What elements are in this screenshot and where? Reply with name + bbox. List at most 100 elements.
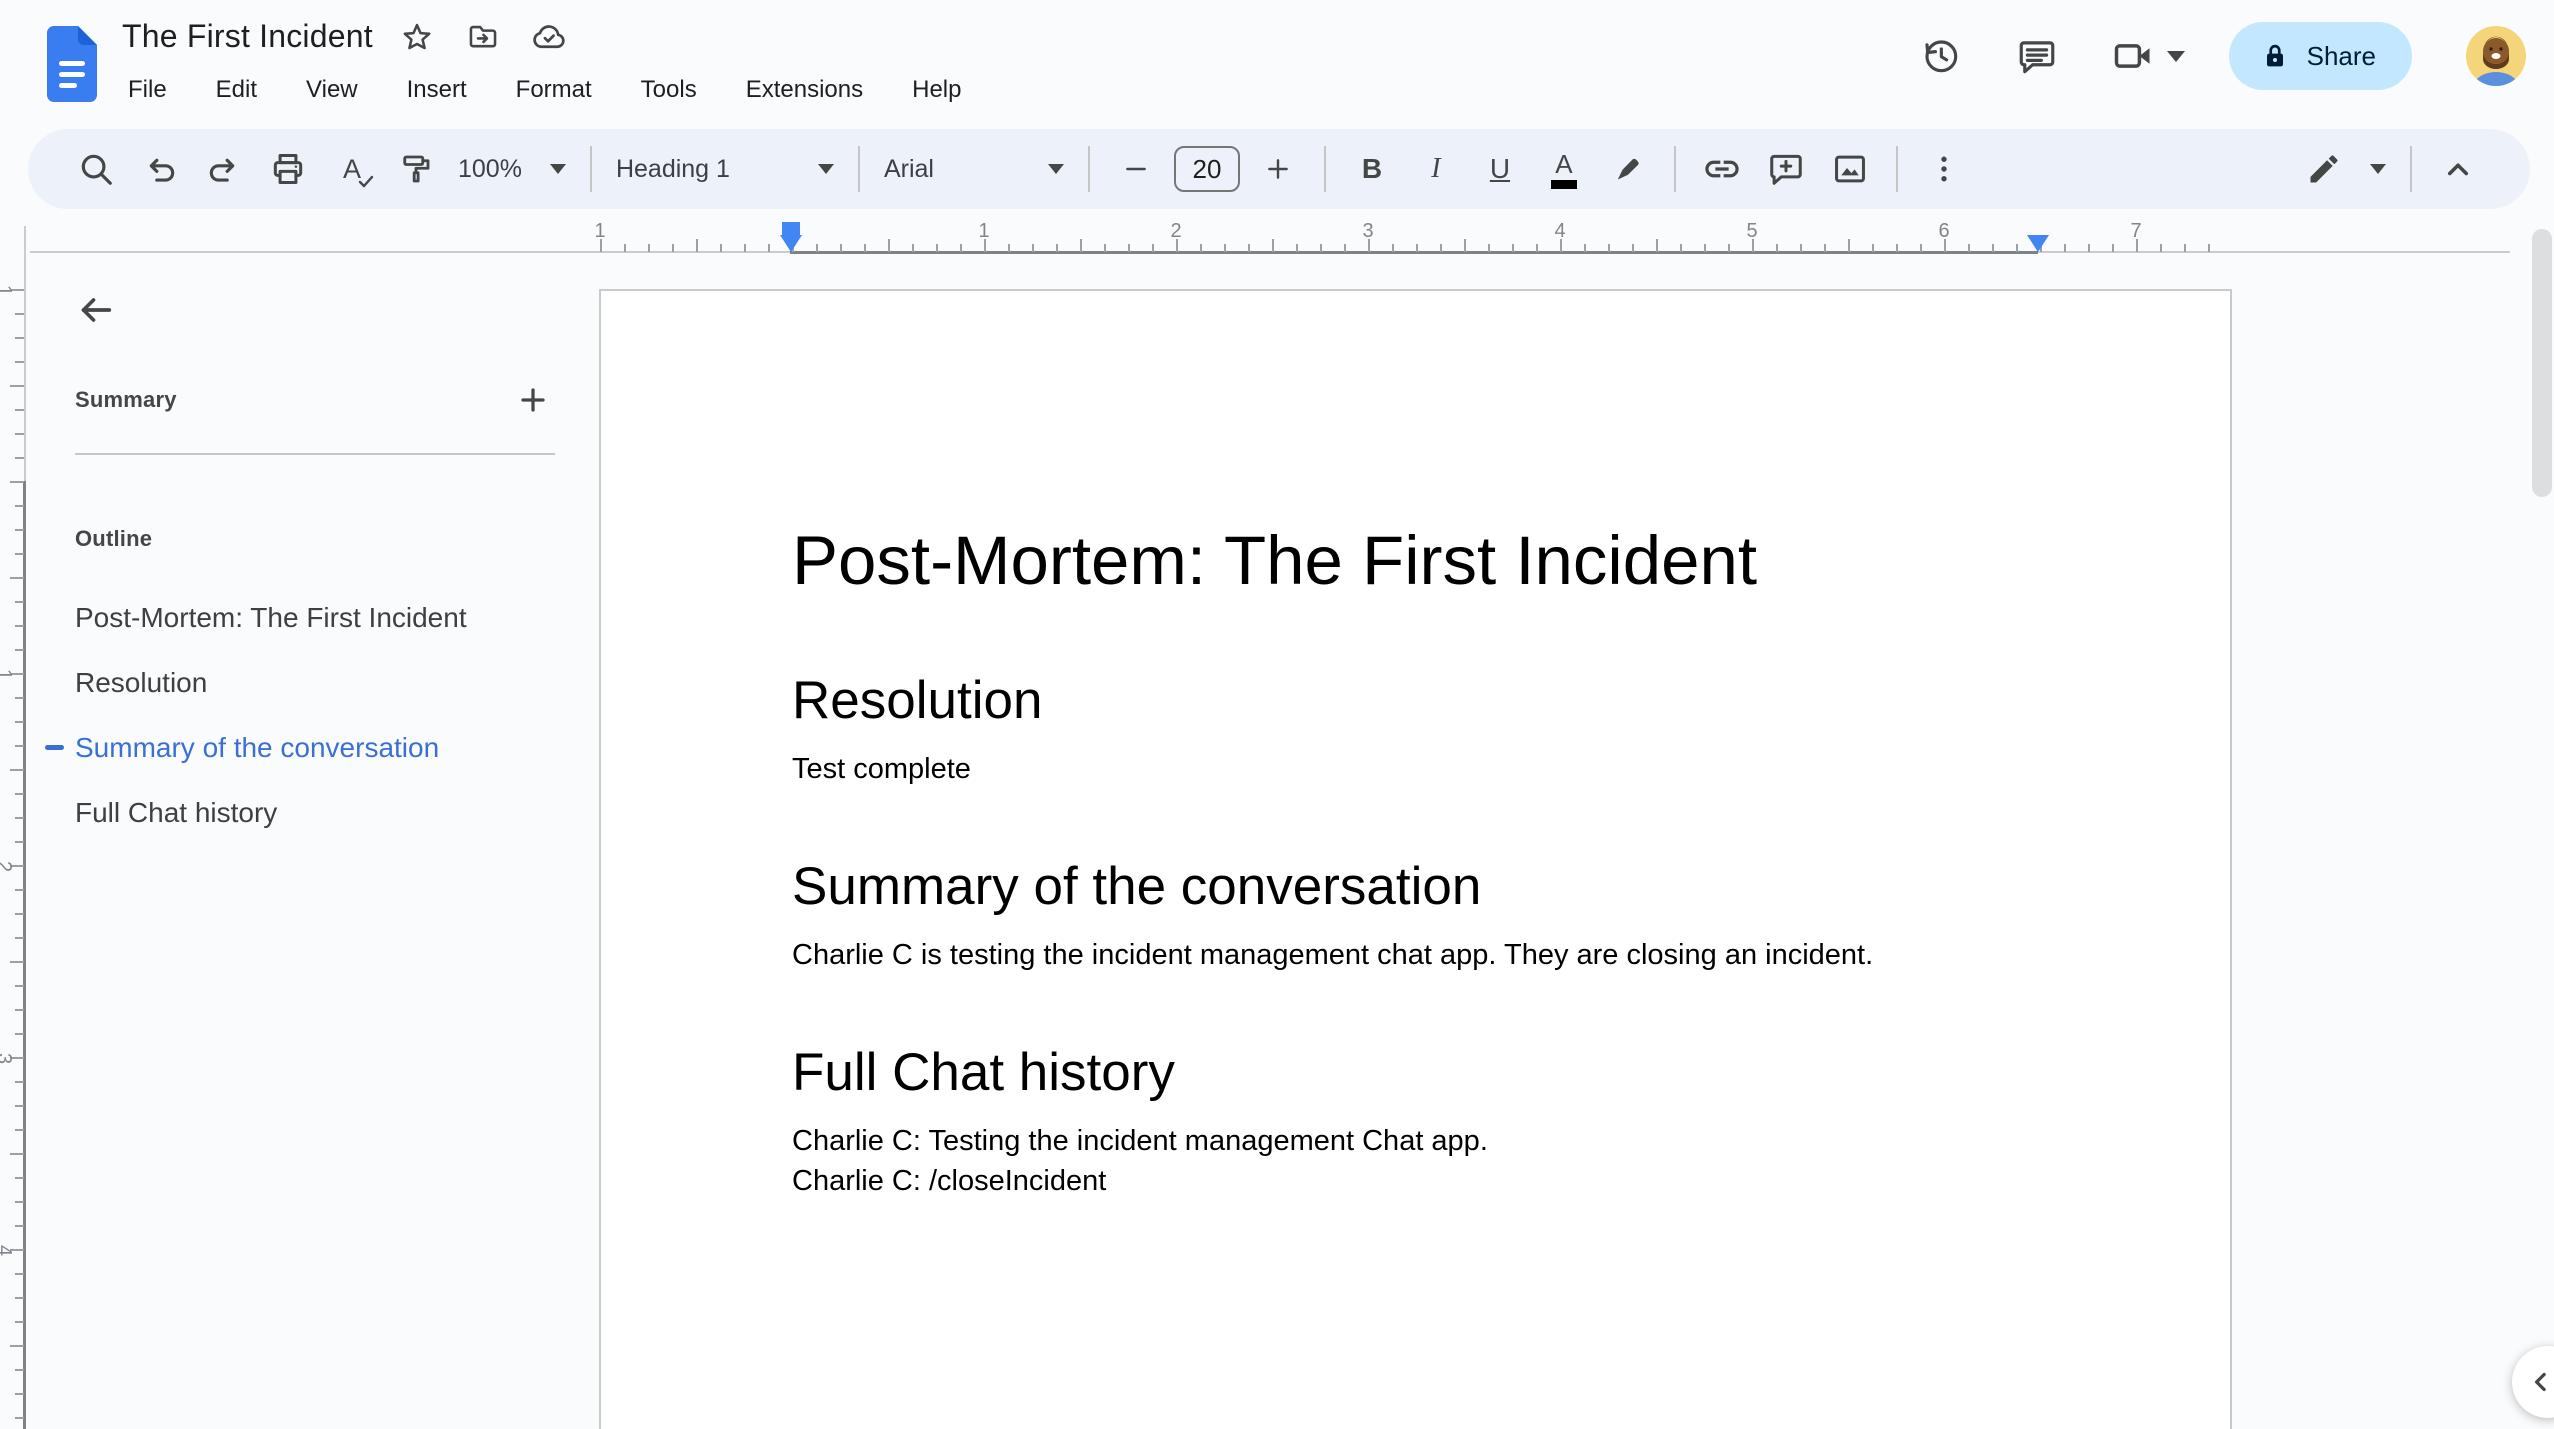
outline-item-active[interactable]: Summary of the conversation — [45, 715, 565, 780]
menu-format[interactable]: Format — [510, 72, 598, 108]
doc-paragraph[interactable]: Charlie C is testing the incident manage… — [792, 935, 2042, 975]
add-comment-icon[interactable] — [1764, 143, 1808, 195]
outline-item[interactable]: Full Chat history — [45, 780, 565, 845]
menu-help[interactable]: Help — [906, 72, 967, 108]
summary-outline-panel: Summary Outline Post-Mortem: The First I… — [28, 260, 573, 1360]
active-dash-icon — [45, 745, 64, 750]
redo-icon[interactable] — [202, 143, 246, 195]
menu-tools[interactable]: Tools — [635, 72, 703, 108]
menu-edit[interactable]: Edit — [210, 72, 263, 108]
collapse-toolbar-icon[interactable] — [2436, 143, 2480, 195]
font-select[interactable]: Arial — [884, 155, 1064, 184]
ruler-tick — [1800, 244, 1802, 252]
insert-image-icon[interactable] — [1828, 143, 1872, 195]
doc-heading[interactable]: Resolution — [792, 669, 2042, 733]
menu-extensions[interactable]: Extensions — [740, 72, 869, 108]
font-size-input[interactable]: 20 — [1173, 146, 1240, 192]
zoom-select[interactable]: 100% — [458, 155, 566, 184]
ruler-tick — [15, 1201, 24, 1203]
menu-file[interactable]: File — [122, 72, 173, 108]
ruler-tick — [936, 244, 938, 252]
paint-format-icon[interactable] — [394, 143, 438, 195]
ruler-tick — [1680, 244, 1682, 252]
avatar[interactable] — [2466, 26, 2526, 86]
print-icon[interactable] — [266, 143, 310, 195]
video-call-icon — [2109, 32, 2157, 80]
editing-mode-select[interactable] — [2306, 151, 2386, 187]
outline-label: Outline — [75, 526, 153, 551]
more-options-icon[interactable] — [1922, 143, 1966, 195]
chevron-down-icon — [817, 164, 834, 174]
add-summary-icon[interactable] — [511, 378, 555, 422]
share-button[interactable]: Share — [2228, 22, 2412, 90]
text-color-button[interactable]: A — [1542, 143, 1586, 195]
ruler-tick — [15, 1297, 24, 1299]
menu-view[interactable]: View — [300, 72, 364, 108]
ruler-tick — [1464, 239, 1466, 252]
doc-heading[interactable]: Full Chat history — [792, 1041, 2042, 1105]
document-editor[interactable]: Post-Mortem: The First Incident Resoluti… — [792, 519, 2042, 1201]
video-call-button[interactable] — [2109, 32, 2185, 80]
right-indent-marker[interactable] — [2027, 235, 2049, 252]
first-line-indent-marker[interactable] — [782, 222, 800, 235]
insert-link-icon[interactable] — [1700, 143, 1744, 195]
ruler-tick — [15, 1129, 24, 1131]
bold-button[interactable]: B — [1350, 143, 1394, 195]
ruler-tick — [15, 721, 24, 723]
star-icon[interactable] — [399, 19, 435, 55]
ruler-tick — [1920, 244, 1922, 252]
italic-button[interactable]: I — [1414, 143, 1458, 195]
ruler-tick — [15, 841, 24, 843]
ruler-tick — [10, 1153, 24, 1155]
ruler-tick — [15, 1009, 24, 1011]
underline-button[interactable]: U — [1478, 143, 1522, 195]
ruler-tick — [1200, 244, 1202, 252]
undo-icon[interactable] — [138, 143, 182, 195]
highlight-color-button[interactable] — [1606, 143, 1650, 195]
doc-paragraph[interactable]: Test complete — [792, 749, 2042, 789]
doc-heading[interactable]: Summary of the conversation — [792, 855, 2042, 919]
close-panel-back-icon[interactable] — [68, 282, 124, 338]
ruler-tick — [15, 793, 24, 795]
styles-select[interactable]: Heading 1 — [616, 155, 834, 184]
ruler-tick — [15, 817, 24, 819]
doc-paragraph[interactable]: Charlie C: Testing the incident manageme… — [792, 1121, 2042, 1161]
summary-label: Summary — [75, 387, 177, 412]
docs-logo-icon[interactable] — [44, 24, 100, 104]
version-history-icon[interactable] — [1917, 32, 1965, 80]
ruler-tick — [15, 505, 24, 507]
ruler-tick — [1224, 244, 1226, 252]
ruler-tick — [1392, 244, 1394, 252]
ruler-number: 1 — [0, 285, 15, 296]
outline-item[interactable]: Resolution — [45, 650, 565, 715]
left-indent-marker[interactable] — [780, 235, 802, 252]
move-folder-icon[interactable] — [465, 19, 501, 55]
ruler-tick — [15, 697, 24, 699]
ruler-number: 1 — [978, 220, 990, 242]
spellcheck-icon[interactable]: A — [330, 143, 374, 195]
vertical-scrollbar[interactable] — [2532, 229, 2552, 497]
ruler-number: 6 — [1938, 220, 1950, 242]
ruler-tick — [1248, 244, 1250, 252]
doc-heading-title[interactable]: Post-Mortem: The First Incident — [792, 519, 2042, 603]
comments-icon[interactable] — [2013, 32, 2061, 80]
increase-font-size-button[interactable] — [1256, 143, 1300, 195]
ruler-tick — [816, 244, 818, 252]
ruler-tick — [1992, 244, 1994, 252]
ruler-tick — [10, 1345, 24, 1347]
cloud-status-icon[interactable] — [531, 19, 567, 55]
ruler-tick — [1728, 244, 1730, 252]
chevron-down-icon — [2166, 50, 2185, 62]
ruler-tick — [10, 769, 24, 771]
ruler-tick — [15, 985, 24, 987]
doc-paragraph[interactable]: Charlie C: /closeIncident — [792, 1161, 2042, 1201]
decrease-font-size-button[interactable] — [1114, 143, 1158, 195]
ruler-tick — [15, 1177, 24, 1179]
search-icon[interactable] — [74, 143, 118, 195]
collapse-side-panel-button[interactable] — [2512, 1346, 2554, 1418]
ruler-tick — [15, 553, 24, 555]
document-title[interactable]: The First Incident — [122, 18, 373, 55]
ruler-tick — [1320, 244, 1322, 252]
menu-insert[interactable]: Insert — [401, 72, 473, 108]
outline-item[interactable]: Post-Mortem: The First Incident — [45, 585, 565, 650]
